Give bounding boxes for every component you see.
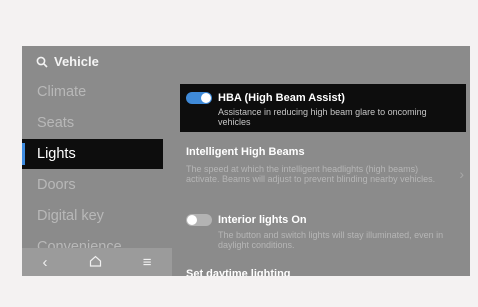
setting-daytime-lighting[interactable]: Set daytime lighting [180, 268, 466, 276]
sidebar-item-climate[interactable]: Climate [22, 77, 163, 107]
menu-icon[interactable]: ≡ [143, 254, 152, 271]
hba-description: Assistance in reducing high beam glare t… [218, 107, 427, 127]
sidebar-item-doors[interactable]: Doors [22, 170, 163, 200]
setting-hba[interactable]: HBA (High Beam Assist) Assistance in red… [180, 84, 466, 132]
intelligent-high-beams-description: The speed at which the intelligent headl… [186, 164, 436, 184]
interior-lights-description: The button and switch lights will stay i… [218, 230, 444, 250]
intelligent-high-beams-title: Intelligent High Beams [186, 146, 305, 158]
search-icon [36, 56, 48, 68]
search-label: Vehicle [54, 54, 99, 69]
hba-toggle[interactable] [186, 92, 212, 104]
search-bar[interactable]: Vehicle [36, 54, 99, 69]
back-icon[interactable]: ‹ [43, 254, 48, 271]
sidebar-item-lights[interactable]: Lights [22, 139, 163, 169]
hba-title: HBA (High Beam Assist) [218, 92, 345, 104]
setting-intelligent-high-beams[interactable]: Intelligent High Beams The speed at whic… [180, 146, 466, 184]
interior-lights-toggle[interactable] [186, 214, 212, 226]
sidebar-item-digital-key[interactable]: Digital key [22, 201, 163, 231]
daytime-lighting-title: Set daytime lighting [186, 268, 291, 276]
sidebar-item-seats[interactable]: Seats [22, 108, 163, 138]
infotainment-screen: Vehicle Climate Seats Lights Doors Digit… [22, 46, 470, 276]
home-icon[interactable] [89, 254, 102, 271]
interior-lights-title: Interior lights On [218, 214, 307, 226]
setting-interior-lights[interactable]: Interior lights On The button and switch… [180, 214, 466, 250]
chevron-right-icon[interactable]: › [459, 166, 464, 182]
bottom-nav-bar: ‹ ≡ [22, 248, 172, 276]
